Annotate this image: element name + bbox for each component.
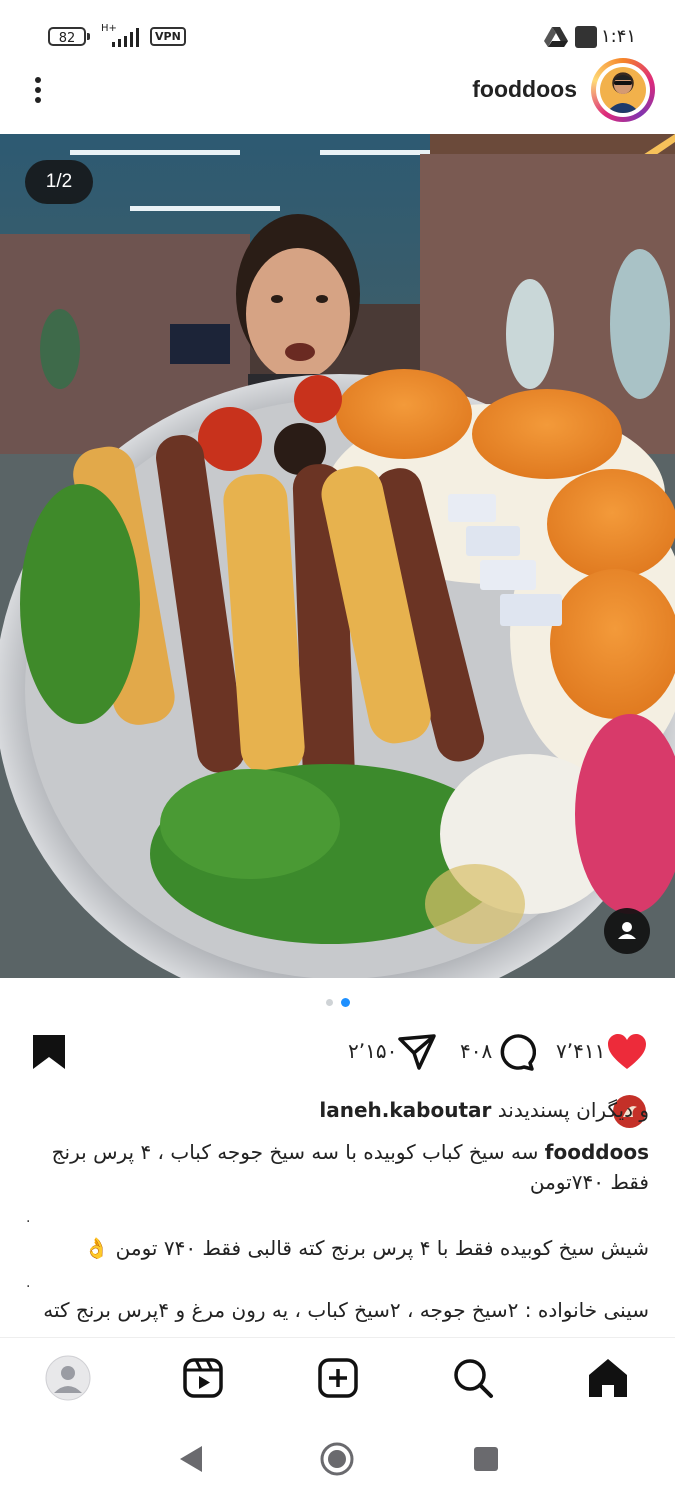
drive-icon bbox=[544, 27, 568, 47]
caption-line-4: سینی خانواده : ۲سیخ جوجه ، ۲سیخ کباب ، ی… bbox=[43, 1298, 649, 1322]
recents-icon[interactable] bbox=[473, 1446, 499, 1472]
reels-tab-icon[interactable] bbox=[180, 1355, 226, 1401]
notification-icon bbox=[575, 26, 597, 48]
caption-dot-1: . bbox=[26, 1210, 31, 1226]
share-count: ۲٬۱۵۰ bbox=[348, 1039, 398, 1063]
status-clock: ۱:۴۱ bbox=[601, 26, 637, 47]
post-username[interactable]: fooddoos bbox=[472, 76, 577, 103]
avatar-person-icon bbox=[606, 75, 640, 113]
caption-line-2: فقط ۷۴۰تومن bbox=[529, 1170, 649, 1194]
caption-author[interactable]: fooddoos bbox=[545, 1140, 649, 1164]
pagination-dot-1 bbox=[326, 999, 333, 1006]
person-icon bbox=[618, 922, 636, 939]
back-icon[interactable] bbox=[176, 1444, 204, 1474]
caption-dot-2: . bbox=[26, 1275, 31, 1291]
more-options-icon[interactable] bbox=[28, 74, 48, 108]
tagged-people-button[interactable] bbox=[604, 908, 650, 954]
pagination-dot-2-active bbox=[341, 998, 350, 1007]
like-count: ۷٬۴۱۱ bbox=[556, 1039, 606, 1063]
caption-line-1: fooddoos سه سیخ کباب کوبیده با سه سیخ جو… bbox=[19, 1136, 649, 1168]
create-tab-icon[interactable] bbox=[315, 1355, 361, 1401]
comment-icon[interactable] bbox=[496, 1033, 536, 1071]
heart-icon[interactable] bbox=[606, 1033, 648, 1071]
battery-indicator: 82 bbox=[48, 27, 86, 46]
share-send-icon[interactable] bbox=[397, 1033, 437, 1071]
caption-text-1: سه سیخ کباب کوبیده با سه سیخ جوجه کباب ،… bbox=[51, 1140, 539, 1164]
avatar[interactable] bbox=[600, 67, 646, 113]
caption-line-3: شیش سیخ کوبیده فقط با ۴ پرس برنج کته قال… bbox=[84, 1236, 649, 1260]
liked-by-text: و دیگران پسندیدند bbox=[497, 1098, 649, 1122]
home-circle-icon[interactable] bbox=[320, 1442, 354, 1476]
signal-icon bbox=[112, 28, 139, 47]
image-counter: 1/2 bbox=[25, 160, 93, 204]
battery-tip bbox=[87, 33, 90, 40]
liked-by-line: و دیگران پسندیدند laneh.kaboutar bbox=[29, 1098, 649, 1122]
food-platter-image bbox=[0, 134, 675, 978]
bookmark-icon[interactable] bbox=[31, 1033, 67, 1071]
liked-by-username[interactable]: laneh.kaboutar bbox=[319, 1098, 491, 1122]
post-photo[interactable] bbox=[0, 134, 675, 978]
home-tab-icon[interactable] bbox=[585, 1355, 631, 1401]
profile-tab-icon[interactable] bbox=[45, 1355, 91, 1401]
comment-count: ۴۰۸ bbox=[460, 1039, 493, 1063]
search-tab-icon[interactable] bbox=[450, 1355, 496, 1401]
vpn-badge: VPN bbox=[150, 27, 186, 46]
